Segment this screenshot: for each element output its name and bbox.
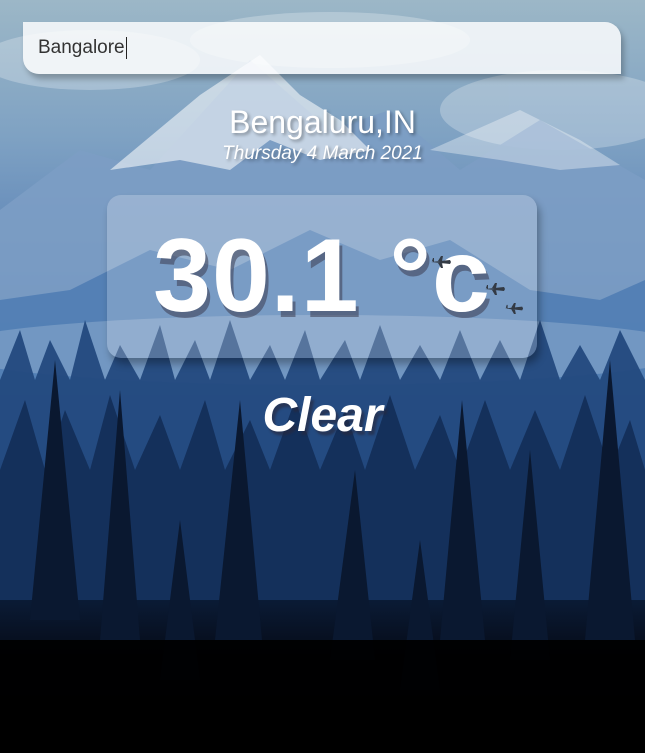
temperature-card: 30.1 °c [107,195,537,358]
search-box[interactable]: Bangalore [23,22,621,74]
weather-condition: Clear [262,389,383,442]
airplane-icon [504,303,524,314]
text-caret [125,37,127,59]
airplane-icon [431,256,451,268]
current-date: Thursday 4 March 2021 [222,143,423,164]
airplane-icon [485,283,505,295]
location-name: Bengaluru,IN [229,104,416,140]
temperature-value: 30.1 °c [153,218,491,334]
ground [0,640,645,753]
search-input[interactable]: Bangalore [38,37,125,59]
